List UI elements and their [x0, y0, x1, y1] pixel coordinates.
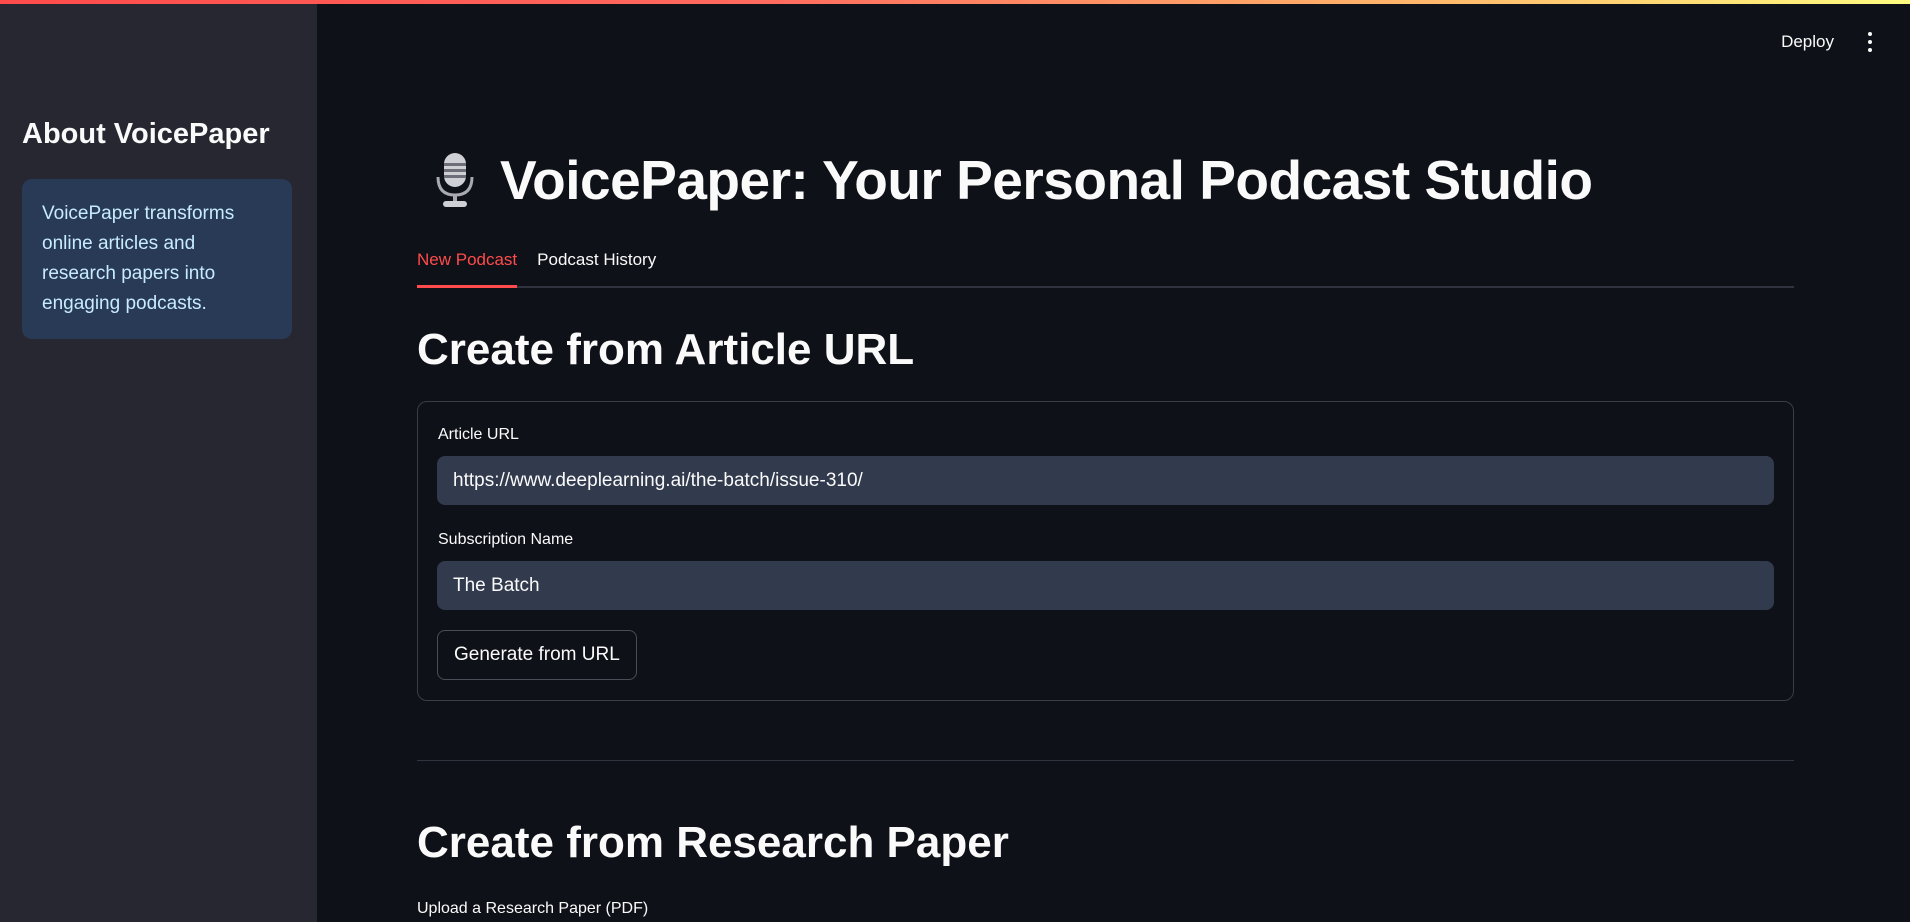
page-title: VoicePaper: Your Personal Podcast Studio: [500, 149, 1593, 211]
tab-new-podcast[interactable]: New Podcast: [417, 246, 518, 288]
subscription-name-input[interactable]: [437, 561, 1774, 610]
subscription-name-label: Subscription Name: [438, 531, 574, 548]
article-url-label: Article URL: [438, 426, 519, 443]
top-decoration-bar: [0, 0, 1910, 4]
upload-paper-label: Upload a Research Paper (PDF): [417, 900, 649, 917]
sidebar-title: About VoicePaper: [22, 118, 270, 150]
tab-podcast-history[interactable]: Podcast History: [537, 246, 656, 288]
article-url-input[interactable]: [437, 456, 1774, 505]
section-divider: [417, 760, 1794, 761]
paper-section-heading: Create from Research Paper: [417, 818, 1009, 867]
tab-bar: New Podcast Podcast History: [417, 246, 1794, 288]
sidebar: About VoicePaper VoicePaper transforms o…: [0, 0, 317, 922]
page-title-row: VoicePaper: Your Personal Podcast Studio: [432, 148, 1593, 212]
kebab-menu-icon[interactable]: [1860, 28, 1880, 56]
deploy-button[interactable]: Deploy: [1777, 26, 1838, 58]
article-section-heading: Create from Article URL: [417, 325, 915, 374]
article-form: Article URL Subscription Name Generate f…: [417, 401, 1794, 701]
main-content: Deploy VoicePaper: Your Personal Podcast…: [317, 0, 1910, 922]
microphone-icon: [436, 153, 474, 207]
sidebar-info-box: VoicePaper transforms online articles an…: [22, 179, 292, 339]
header-actions: Deploy: [1777, 26, 1880, 58]
generate-from-url-button[interactable]: Generate from URL: [437, 630, 637, 680]
